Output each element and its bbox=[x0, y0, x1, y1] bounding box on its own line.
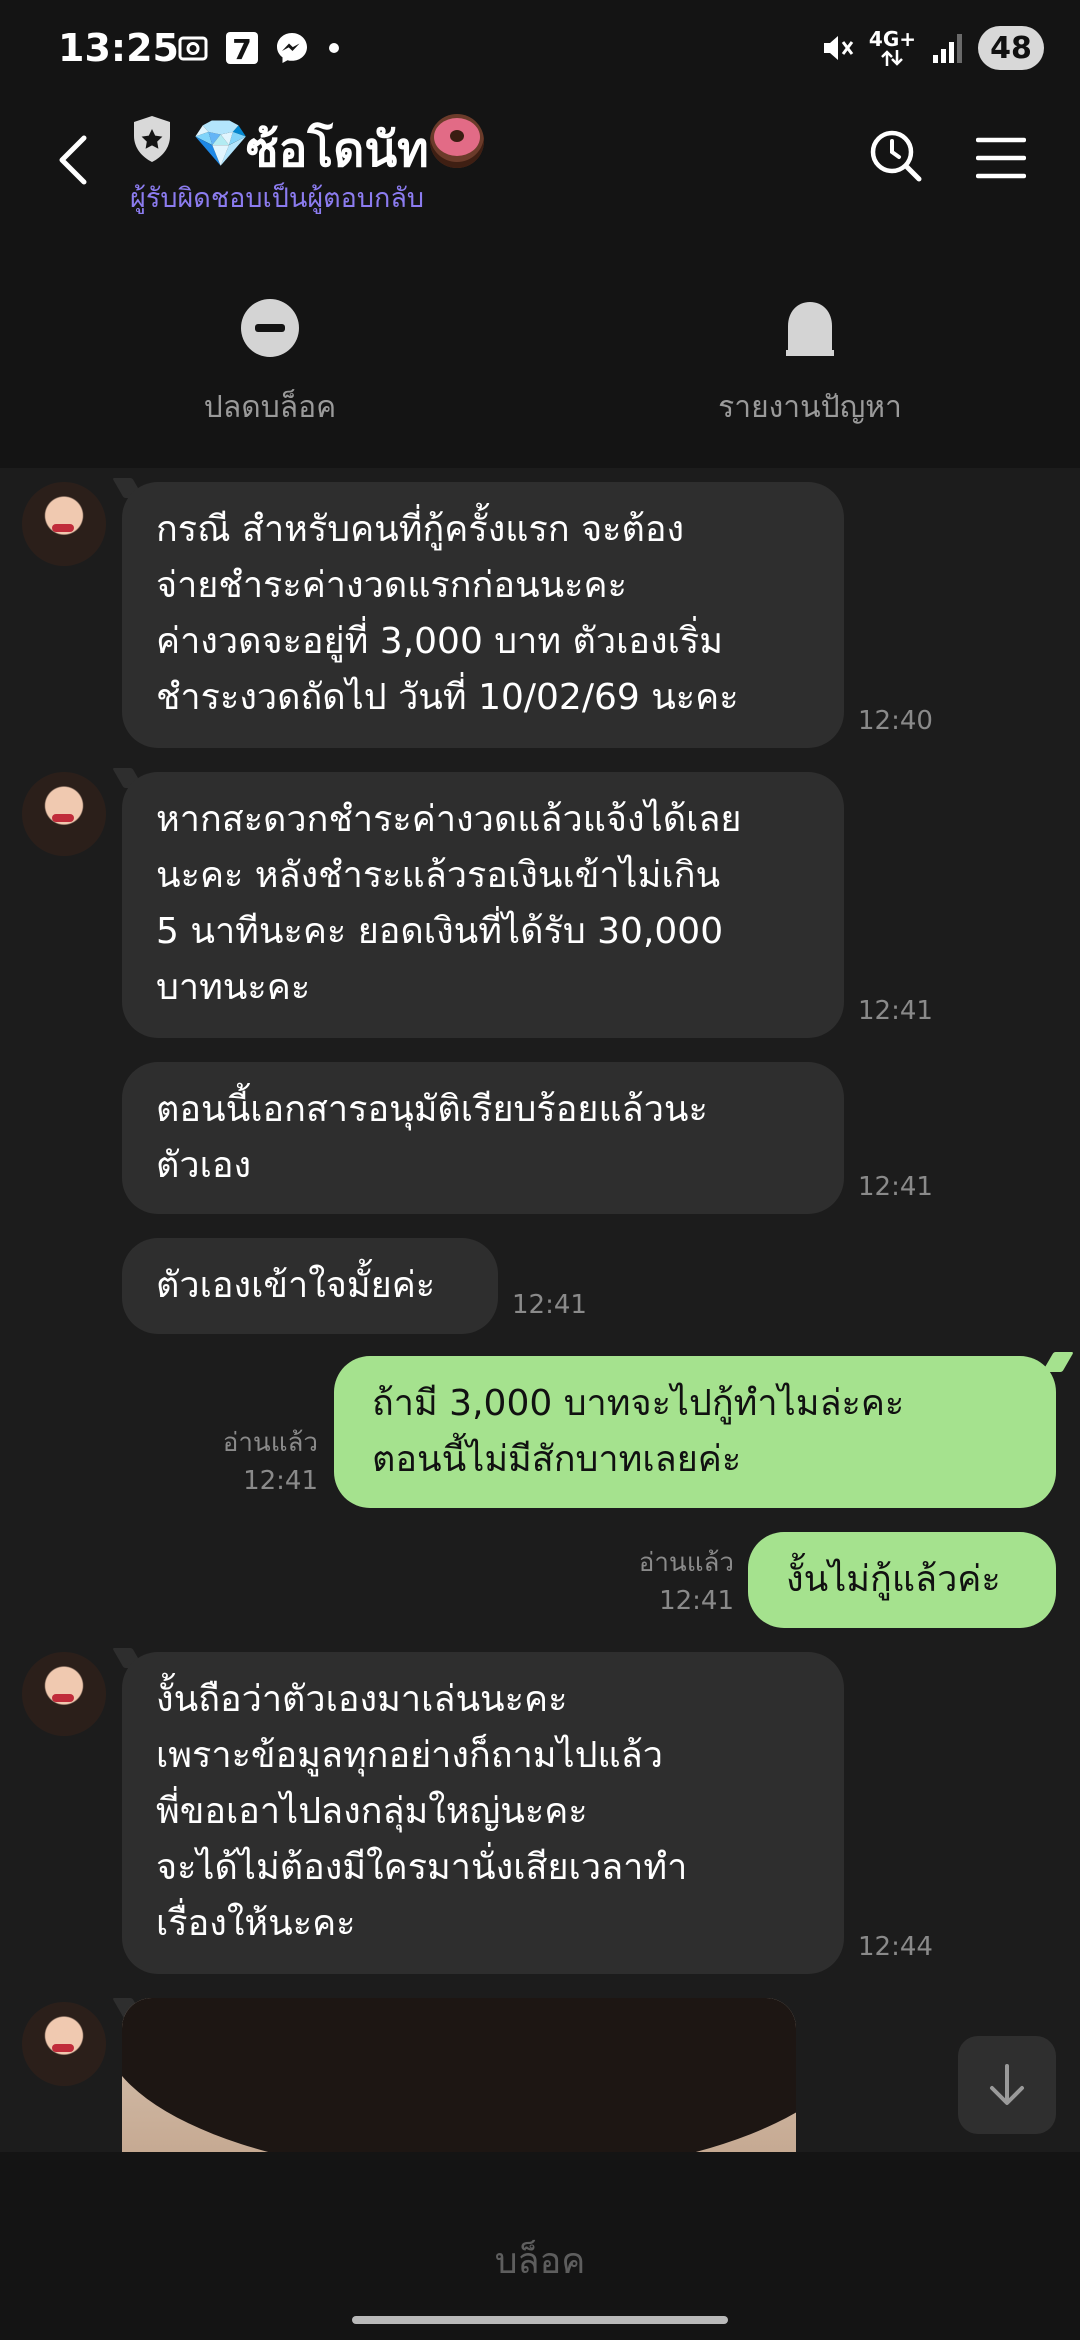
message-line: ชำระงวดถัดไป วันที่ 10/02/69 นะคะ bbox=[156, 677, 739, 718]
action-bar: ปลดบล็อค รายงานปัญหา bbox=[0, 210, 1080, 468]
message-bubble[interactable]: ตัวเองเข้าใจมั้ยค่ะ bbox=[122, 1238, 498, 1334]
avatar[interactable] bbox=[22, 772, 106, 856]
bubble-tail bbox=[1042, 1352, 1074, 1372]
unblock-label: ปลดบล็อค bbox=[203, 390, 337, 425]
photo-content bbox=[122, 1998, 796, 2152]
message-bubble[interactable]: ตอนนี้เอกสารอนุมัติเรียบร้อยแล้วนะ ตัวเอ… bbox=[122, 1062, 844, 1214]
chat-header: 💎 ซ้อโดนัท ผู้รับผิดชอบเป็นผู้ตอบกลับ bbox=[0, 100, 1080, 214]
message-time: 12:44 bbox=[858, 1932, 933, 1962]
message-bubble[interactable]: ถ้ามี 3,000 บาทจะไปกู้ทำไมล่ะคะ ตอนนี้ไม… bbox=[334, 1356, 1056, 1508]
signal-icon bbox=[933, 34, 962, 63]
read-receipt: อ่านแล้ว bbox=[222, 1428, 318, 1458]
seven-eleven-icon: 7 bbox=[226, 32, 258, 66]
chat-screen: 13:25 7 4G+ 48 💎 ซ้อโดนัท ผู้รับผิดชอบเป… bbox=[0, 0, 1080, 2340]
search-history-button[interactable] bbox=[868, 128, 924, 184]
home-indicator[interactable] bbox=[352, 2316, 728, 2324]
message-line: พี่ขอเอาไปลงกลุ่มใหญ่นะคะ bbox=[156, 1791, 588, 1832]
chevron-left-icon bbox=[59, 135, 87, 185]
report-action[interactable]: รายงานปัญหา bbox=[690, 298, 930, 431]
message-line: นะคะ หลังชำระแล้วรอเงินเข้าไม่เกิน bbox=[156, 855, 721, 896]
message-line: เพราะข้อมูลทุกอย่างก็ถามไปแล้ว bbox=[156, 1735, 663, 1776]
message-line: งั้นถือว่าตัวเองมาเล่นนะคะ bbox=[156, 1679, 568, 1720]
arrow-down-icon bbox=[990, 2064, 1024, 2105]
message-meta: อ่านแล้ว 12:41 bbox=[616, 1544, 734, 1620]
svg-text:7: 7 bbox=[232, 33, 251, 66]
message-line: ถ้ามี 3,000 บาทจะไปกู้ทำไมล่ะคะ bbox=[372, 1383, 905, 1424]
message-time: 12:41 bbox=[659, 1586, 734, 1616]
scroll-to-bottom-button[interactable] bbox=[958, 2036, 1056, 2134]
unblock-action[interactable]: ปลดบล็อค bbox=[180, 298, 360, 431]
message-bubble[interactable]: งั้นถือว่าตัวเองมาเล่นนะคะ เพราะข้อมูลทุ… bbox=[122, 1652, 844, 1974]
avatar[interactable] bbox=[22, 482, 106, 566]
message-time: 12:41 bbox=[512, 1290, 587, 1320]
message-bubble[interactable]: งั้นไม่กู้แล้วค่ะ bbox=[748, 1532, 1056, 1628]
minus-circle-icon bbox=[241, 299, 299, 357]
battery-indicator: 48 bbox=[978, 26, 1044, 70]
back-button[interactable] bbox=[50, 130, 100, 190]
message-line: เรื่องให้นะคะ bbox=[156, 1903, 356, 1944]
status-time: 13:25 bbox=[58, 26, 179, 70]
message-list[interactable]: กรณี สำหรับคนที่กู้ครั้งแรก จะต้อง จ่ายช… bbox=[0, 468, 1080, 2152]
message-line: 5 นาทีนะคะ ยอดเงินที่ได้รับ 30,000 bbox=[156, 911, 724, 952]
message-line: กรณี สำหรับคนที่กู้ครั้งแรก จะต้อง bbox=[156, 509, 685, 550]
message-time: 12:41 bbox=[243, 1466, 318, 1496]
shield-icon bbox=[134, 116, 170, 162]
message-line: จ่ายชำระค่างวดแรกก่อนนะคะ bbox=[156, 565, 627, 606]
dot-icon bbox=[329, 43, 339, 53]
status-icons-left: 7 bbox=[176, 30, 344, 66]
message-time: 12:41 bbox=[858, 1172, 933, 1202]
read-receipt: อ่านแล้ว bbox=[638, 1548, 734, 1578]
network-type: 4G+ bbox=[868, 27, 916, 51]
message-meta: อ่านแล้ว 12:41 bbox=[200, 1424, 318, 1500]
screenshot-icon bbox=[178, 36, 208, 61]
message-bubble[interactable]: หากสะดวกชำระค่างวดแล้วแจ้งได้เลย นะคะ หล… bbox=[122, 772, 844, 1038]
avatar[interactable] bbox=[22, 1652, 106, 1736]
network-indicator: 4G+ bbox=[869, 29, 916, 67]
message-line: จะได้ไม่ต้องมีใครมานั่งเสียเวลาทำ bbox=[156, 1847, 688, 1888]
photo-message[interactable] bbox=[122, 1998, 796, 2152]
report-label: รายงานปัญหา bbox=[718, 390, 902, 425]
message-line: งั้นไม่กู้แล้วค่ะ bbox=[786, 1559, 1001, 1600]
message-line: ตัวเอง bbox=[156, 1145, 252, 1186]
search-clock-icon bbox=[870, 130, 922, 182]
message-line: ค่างวดจะอยู่ที่ 3,000 บาท ตัวเองเริ่ม bbox=[156, 621, 723, 662]
status-bar: 13:25 7 4G+ 48 bbox=[0, 0, 1080, 100]
donut-icon bbox=[430, 114, 484, 168]
block-button[interactable]: บล็อค bbox=[0, 2232, 1080, 2289]
hamburger-icon bbox=[975, 137, 1027, 179]
report-icon bbox=[786, 302, 834, 356]
menu-button[interactable] bbox=[975, 136, 1027, 180]
status-icons-right: 4G+ 48 bbox=[819, 26, 1044, 70]
bottom-bar: บล็อค bbox=[0, 2152, 1080, 2340]
message-line: ตอนนี้เอกสารอนุมัติเรียบร้อยแล้วนะ bbox=[156, 1089, 708, 1130]
message-time: 12:40 bbox=[858, 706, 933, 736]
message-line: หากสะดวกชำระค่างวดแล้วแจ้งได้เลย bbox=[156, 799, 742, 840]
message-line: บาทนะคะ bbox=[156, 967, 311, 1008]
mute-icon bbox=[823, 36, 854, 60]
data-arrows-icon bbox=[881, 50, 904, 66]
message-bubble[interactable]: กรณี สำหรับคนที่กู้ครั้งแรก จะต้อง จ่ายช… bbox=[122, 482, 844, 748]
messenger-icon bbox=[277, 33, 307, 63]
message-line: ตัวเองเข้าใจมั้ยค่ะ bbox=[156, 1265, 436, 1306]
message-time: 12:41 bbox=[858, 996, 933, 1026]
message-line: ตอนนี้ไม่มีสักบาทเลยค่ะ bbox=[372, 1439, 742, 1480]
avatar[interactable] bbox=[22, 2002, 106, 2086]
diamond-icon: 💎 bbox=[192, 116, 250, 170]
